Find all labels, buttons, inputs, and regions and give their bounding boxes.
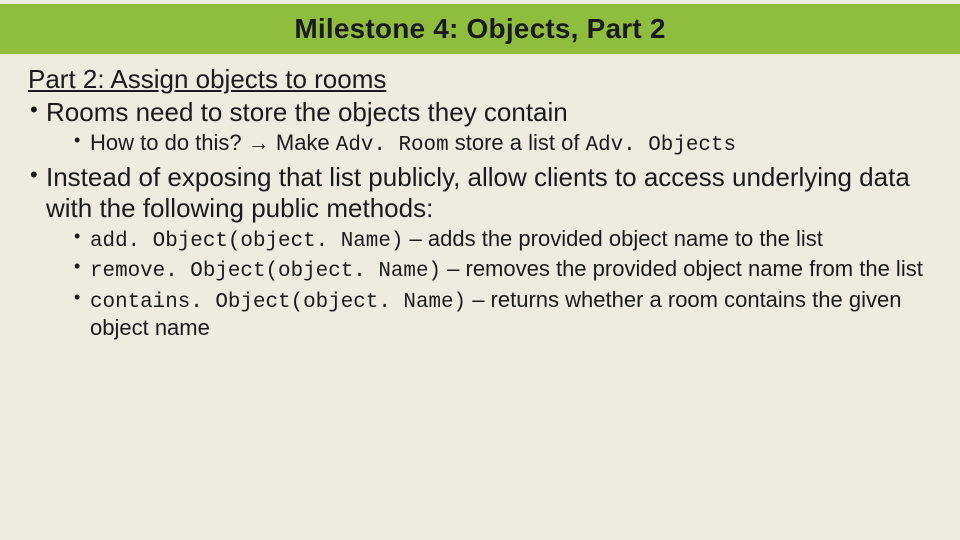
code-add: add. Object(object. Name)	[90, 230, 403, 253]
text-pre: How to do this? → Make	[90, 130, 336, 155]
sub-how-to: How to do this? → Make Adv. Room store a…	[72, 130, 932, 159]
title-bar: Milestone 4: Objects, Part 2	[0, 4, 960, 54]
slide-content: Part 2: Assign objects to rooms Rooms ne…	[0, 54, 960, 342]
code-advroom: Adv. Room	[336, 134, 449, 157]
text-mid: store a list of	[449, 130, 586, 155]
bullet-text: Instead of exposing that list publicly, …	[46, 162, 910, 223]
subtitle: Part 2: Assign objects to rooms	[28, 64, 932, 95]
desc-add: – adds the provided object name to the l…	[403, 226, 822, 251]
bullet-rooms-store: Rooms need to store the objects they con…	[28, 97, 932, 158]
method-contains: contains. Object(object. Name) – returns…	[72, 287, 932, 342]
methods-list: add. Object(object. Name) – adds the pro…	[46, 226, 932, 342]
bullet-public-methods: Instead of exposing that list publicly, …	[28, 162, 932, 342]
desc-remove: – removes the provided object name from …	[441, 256, 923, 281]
method-remove: remove. Object(object. Name) – removes t…	[72, 256, 932, 285]
method-add: add. Object(object. Name) – adds the pro…	[72, 226, 932, 255]
sub-list: How to do this? → Make Adv. Room store a…	[46, 130, 932, 159]
code-contains: contains. Object(object. Name)	[90, 291, 466, 314]
slide-title: Milestone 4: Objects, Part 2	[294, 13, 665, 45]
bullet-list: Rooms need to store the objects they con…	[28, 97, 932, 342]
code-remove: remove. Object(object. Name)	[90, 260, 441, 283]
code-advobjects: Adv. Objects	[586, 134, 736, 157]
bullet-text: Rooms need to store the objects they con…	[46, 97, 568, 127]
